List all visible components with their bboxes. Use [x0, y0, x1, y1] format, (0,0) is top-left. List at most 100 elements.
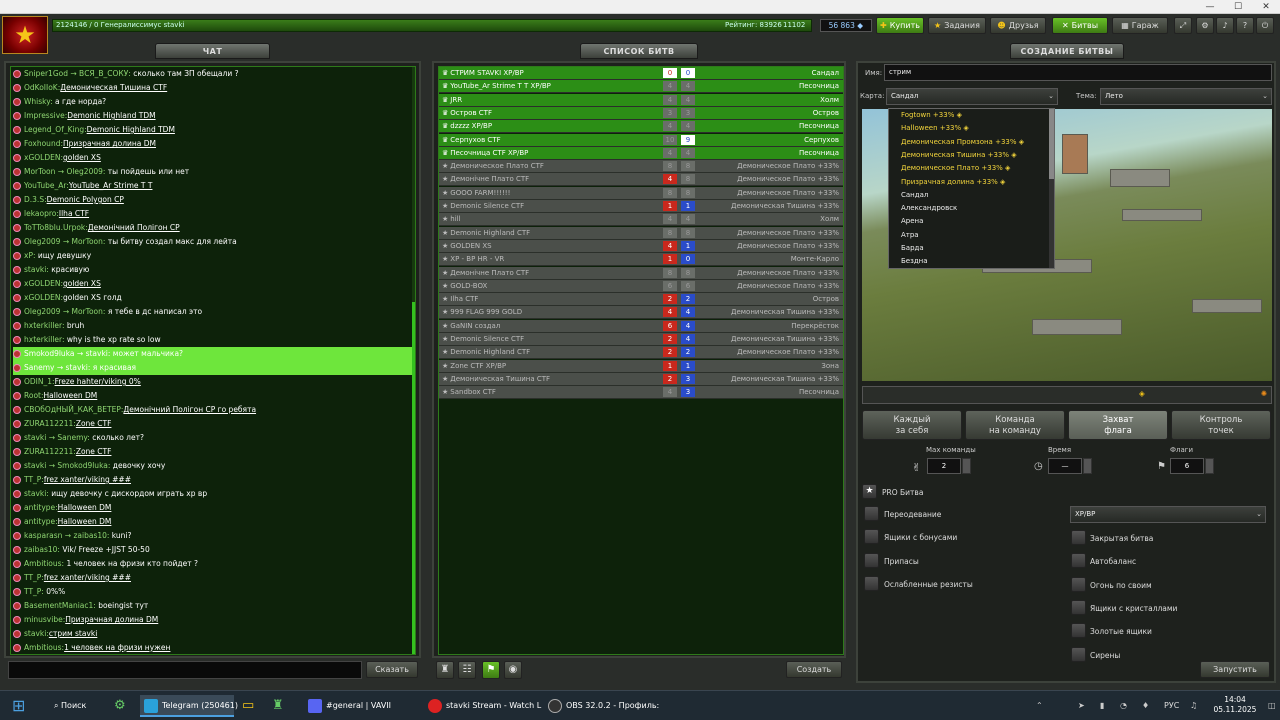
chat-message[interactable]: СВОбОдНЫЙ_КАК_ВЕТЕР:Демонічний Полігон C…	[13, 403, 413, 417]
filter-tdm-button[interactable]: ☷	[458, 661, 476, 679]
battle-link[interactable]: Ilha CTF	[59, 209, 89, 218]
filter-cp-button[interactable]: ◉	[504, 661, 522, 679]
chat-message[interactable]: hxterkiller: bruh	[13, 319, 413, 333]
battle-link[interactable]: Halloween DM	[58, 503, 112, 512]
chat-nick[interactable]: ZURA112211:	[24, 419, 76, 428]
battle-row[interactable]: ★ Демонічне Плато CTF 4 8 Демоническое Плато…	[439, 173, 843, 187]
chat-nick[interactable]: СВОбОдНЫЙ_КАК_ВЕТЕР:	[24, 405, 123, 414]
chat-message[interactable]: xGOLDEN:golden XS	[13, 151, 413, 165]
map-option[interactable]: Барда	[901, 242, 924, 255]
map-option[interactable]: Демоническая Тишина +33% ◈	[901, 149, 1017, 162]
option-checkbox[interactable]	[1071, 530, 1086, 545]
chat-message[interactable]: ZURA112211:Zone CTF	[13, 417, 413, 431]
option-checkbox[interactable]	[1071, 553, 1086, 569]
chat-message[interactable]: lekaopro:Ilha CTF	[13, 207, 413, 221]
map-option[interactable]: Александровск	[901, 202, 957, 215]
map-option[interactable]: Демоническая Промзона +33% ◈	[901, 136, 1024, 149]
battle-row[interactable]: ★ Demonic Silence CTF 2 4 Демоническая Тишин…	[439, 333, 843, 346]
chat-nick[interactable]: stavki →	[24, 461, 57, 470]
chat-nick[interactable]: stavki →	[24, 433, 57, 442]
battle-row[interactable]: ★ Demonic Silence CTF 1 1 Демоническая Тишин…	[439, 200, 843, 213]
chat-recipient[interactable]: MorToon:	[72, 237, 106, 246]
exit-button[interactable]: ⏻	[1256, 17, 1274, 34]
chat-nick[interactable]: ODIN_1:	[24, 377, 55, 386]
chat-input[interactable]	[8, 661, 362, 679]
chat-scrollbar[interactable]	[412, 67, 415, 654]
mic-icon[interactable]: ♦	[1142, 695, 1149, 717]
chat-message[interactable]: minusvibe:Призрачная долина DM	[13, 613, 413, 627]
taskbar-opera[interactable]: stavki Stream - Watch L	[428, 695, 541, 717]
chat-nick[interactable]: ZURA112211:	[24, 447, 76, 456]
battle-link[interactable]: Демоническая Тишина CTF	[60, 83, 167, 92]
battle-link[interactable]: Призрачная долина DM	[65, 615, 158, 624]
chat-message[interactable]: Oleg2009 → MorToon: ты битву создал макс…	[13, 235, 413, 249]
chat-nick[interactable]: OdKoIIoK:	[24, 83, 60, 92]
tray-chevron-icon[interactable]: ⌃	[1036, 695, 1043, 717]
battle-link[interactable]: Демонічний Полігон CP	[88, 223, 180, 232]
chat-message[interactable]: Whisky: а где норда?	[13, 95, 413, 109]
chat-nick[interactable]: YouTube_Ar:	[24, 181, 69, 190]
pro-mode-select[interactable]: XP/BP ⌄	[1070, 506, 1266, 523]
battle-row[interactable]: ♛ Остров CTF 3 3 Остров	[439, 106, 843, 120]
chat-message[interactable]: Sanemy → stavki: я красивая	[13, 361, 413, 375]
minimize-button[interactable]: —	[1196, 0, 1224, 14]
map-option[interactable]: Fogtown +33% ◈	[901, 109, 962, 122]
battle-row[interactable]: ★ GOLD-BOX 6 6 Демоническое Плато +33%	[439, 279, 843, 293]
chat-scroll-thumb[interactable]	[412, 302, 415, 654]
chat-message[interactable]: Sniper1God → ВСЯ_В_СОКУ: сколько там ЗП …	[13, 67, 413, 81]
chat-nick[interactable]: D.3.S:	[24, 195, 47, 204]
chat-message[interactable]: xGOLDEN:golden XS голд	[13, 291, 413, 305]
chat-recipient[interactable]: MorToon:	[72, 307, 106, 316]
battle-link[interactable]: Halloween DM	[44, 391, 98, 400]
chat-message[interactable]: ODIN_1:Freze hahter/viking 0%	[13, 375, 413, 389]
option-checkbox[interactable]	[864, 506, 879, 521]
chat-nick[interactable]: zaibas10:	[24, 545, 60, 554]
chat-nick[interactable]: antitype:	[24, 517, 58, 526]
help-button[interactable]: ?	[1236, 17, 1254, 34]
battle-link[interactable]: Zone CTF	[76, 447, 112, 456]
max-team-spinner[interactable]	[962, 458, 971, 474]
create-battle-button[interactable]: Создать	[786, 661, 842, 678]
battle-row[interactable]: ★ Sandbox CTF 4 3 Песочница	[439, 386, 843, 400]
chat-message[interactable]: OdKoIIoK:Демоническая Тишина CTF	[13, 81, 413, 95]
map-option[interactable]: Halloween +33% ◈	[901, 122, 969, 135]
mode-dm-button[interactable]: Каждый за себя	[862, 410, 962, 440]
chat-messages[interactable]: Sniper1God → ВСЯ_В_СОКУ: сколько там ЗП …	[10, 66, 416, 655]
chat-nick[interactable]: BasementManiac1:	[24, 601, 96, 610]
chat-nick[interactable]: TT_P:	[24, 587, 44, 596]
chat-message[interactable]: zaibas10: Vik/ Freeze +JJST 50-50	[13, 543, 413, 557]
chat-nick[interactable]: Root:	[24, 391, 44, 400]
battle-row[interactable]: ★ Demonic Highland CTF 8 8 Демоническое Плат…	[439, 226, 843, 240]
battle-row[interactable]: ★ Демонічне Плато CTF 8 8 Демоническое Плато…	[439, 266, 843, 280]
chat-recipient[interactable]: zaibas10:	[73, 531, 109, 540]
chat-nick[interactable]: TT_P:	[24, 573, 44, 582]
battle-row[interactable]: ★ Демоническая Тишина CTF 2 3 Демоническая Т…	[439, 372, 843, 386]
battle-link[interactable]: frez xanter/viking ###	[44, 475, 131, 484]
chat-nick[interactable]: Sniper1God →	[24, 69, 79, 78]
chat-recipient[interactable]: stavki:	[66, 363, 91, 372]
battle-row[interactable]: ★ Демоническое Плато CTF 8 8 Демоническое Пл…	[439, 160, 843, 174]
battle-row[interactable]: ♛ YouTube_Ar Strime T T XP/BP 4 4 Песочница	[439, 80, 843, 94]
close-button[interactable]: ✕	[1252, 0, 1280, 14]
start-battle-button[interactable]: Запустить	[1200, 661, 1270, 678]
volume-icon[interactable]: ♫	[1190, 695, 1197, 717]
option-checkbox[interactable]	[1071, 623, 1086, 639]
chat-nick[interactable]: xGOLDEN:	[24, 153, 63, 162]
chat-nick[interactable]: Ambitious:	[24, 643, 64, 652]
battle-link[interactable]: golden XS	[63, 153, 101, 162]
option-checkbox[interactable]	[1071, 576, 1086, 592]
battle-row[interactable]: ♛ Песочница CTF XP/BP 4 4 Песочница	[439, 146, 843, 160]
theme-select[interactable]: Лето ⌄	[1100, 88, 1272, 105]
chat-message[interactable]: TT_P:frez xanter/viking ###	[13, 473, 413, 487]
start-button[interactable]: ⊞	[12, 695, 25, 717]
network-icon[interactable]: ◔	[1120, 695, 1127, 717]
battle-row[interactable]: ♛ dzzzz XP/BP 4 4 Песочница	[439, 120, 843, 134]
mode-ctf-button[interactable]: Захват флага	[1068, 410, 1168, 440]
chat-message[interactable]: Foxhound:Призрачная долина DM	[13, 137, 413, 151]
chat-recipient[interactable]: stavki:	[86, 349, 111, 358]
battle-row[interactable]: ★ Zone CTF XP/BP 1 1 Зона	[439, 359, 843, 373]
battle-row[interactable]: ♛ JRR 4 4 Холм	[439, 93, 843, 107]
chat-message[interactable]: antitype:Halloween DM	[13, 515, 413, 529]
chat-message[interactable]: Ambitious: 1 человек на фризи кто пойдет…	[13, 557, 413, 571]
chat-nick[interactable]: kasparasn →	[24, 531, 73, 540]
